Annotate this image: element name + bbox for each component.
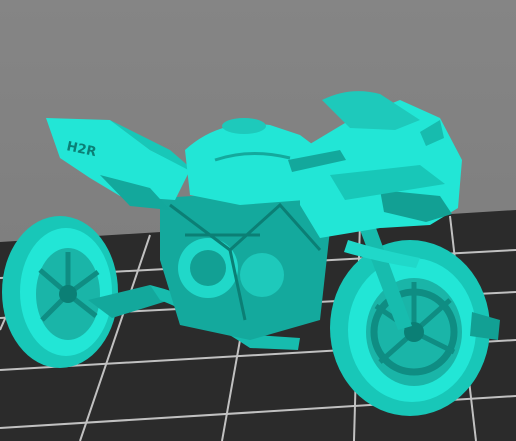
windscreen xyxy=(322,91,420,130)
front-fairing xyxy=(288,91,462,238)
tail-section: H2R xyxy=(46,118,200,210)
rear-wheel[interactable] xyxy=(2,216,118,368)
3d-viewport[interactable]: H2R xyxy=(0,0,516,441)
engine-block xyxy=(160,190,330,340)
scene-svg: H2R xyxy=(0,91,516,441)
